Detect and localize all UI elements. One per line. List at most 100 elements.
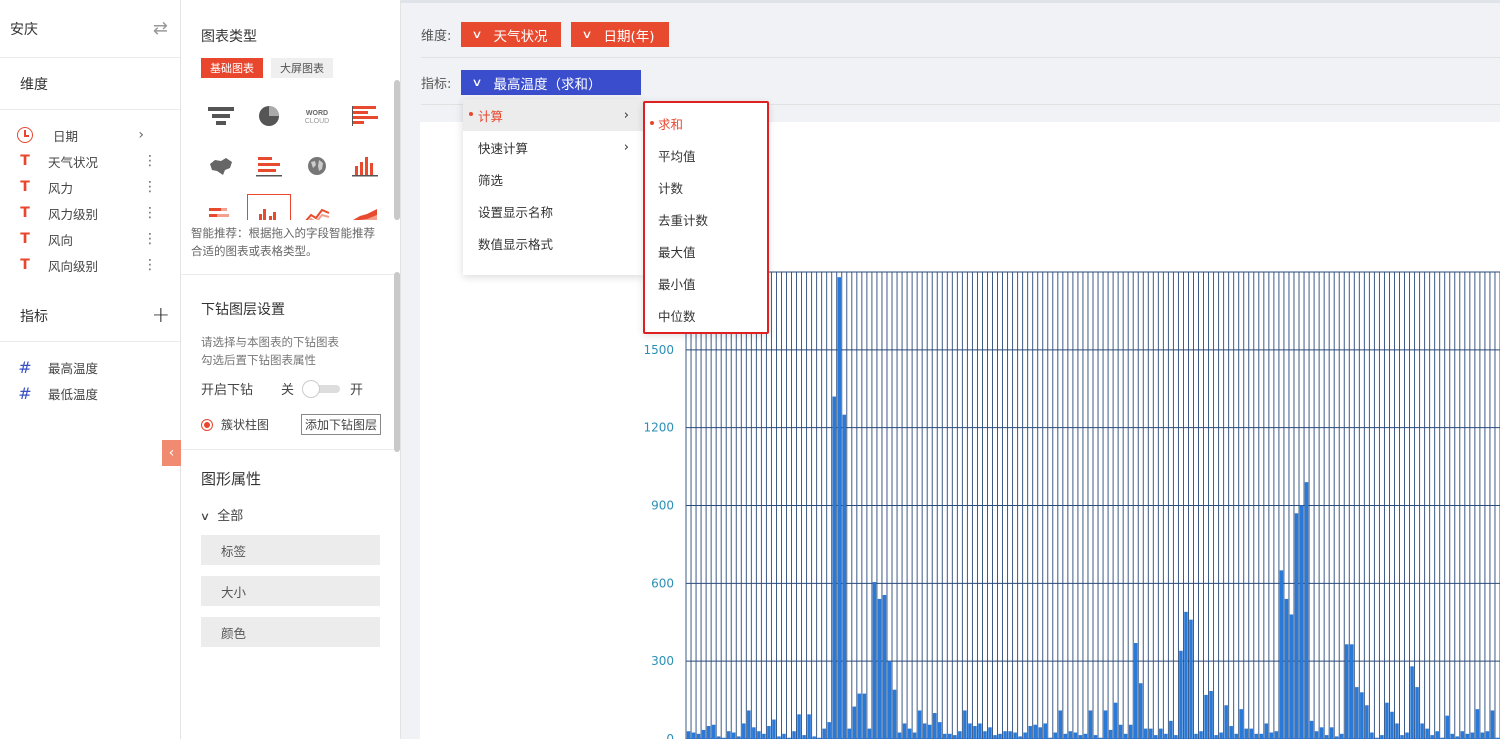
column-chart-icon[interactable]: [343, 144, 380, 188]
add-drill-layer-button[interactable]: 添加下钻图层: [300, 414, 381, 435]
bar[interactable]: [706, 726, 711, 739]
bar[interactable]: [1490, 710, 1495, 739]
bar[interactable]: [1350, 644, 1354, 739]
bar[interactable]: [772, 719, 776, 739]
bar[interactable]: [1234, 733, 1238, 739]
calc-option[interactable]: 最小值: [645, 267, 767, 299]
bar[interactable]: [1073, 732, 1078, 739]
dimension-field[interactable]: 日期 ›: [0, 122, 180, 148]
bar[interactable]: [847, 728, 852, 739]
chevron-right-icon[interactable]: ›: [138, 127, 144, 143]
bar[interactable]: [1445, 715, 1449, 739]
bar[interactable]: [907, 728, 912, 739]
bar[interactable]: [797, 714, 801, 739]
menu-item[interactable]: 筛选: [463, 163, 643, 195]
menu-item[interactable]: 快速计算 ›: [463, 131, 643, 163]
bar[interactable]: [1289, 614, 1294, 739]
clustered-column-chart-icon[interactable]: [247, 194, 291, 220]
bar[interactable]: [1118, 724, 1123, 739]
bar[interactable]: [1043, 723, 1048, 739]
more-options-icon[interactable]: ⋮: [143, 153, 157, 169]
prop-item[interactable]: 标签: [201, 535, 380, 565]
bar[interactable]: [1133, 643, 1138, 739]
menu-item[interactable]: 计算 ›: [463, 99, 643, 131]
bar[interactable]: [1244, 728, 1249, 739]
bar[interactable]: [1390, 711, 1394, 739]
bar[interactable]: [1189, 619, 1193, 739]
map-chart-icon[interactable]: [199, 144, 243, 188]
calc-option[interactable]: 平均值: [645, 139, 767, 171]
dimension-field[interactable]: T 风向 ⋮: [0, 226, 180, 252]
bar[interactable]: [1149, 728, 1153, 739]
dimension-pill-weather[interactable]: ∨ 天气状况: [461, 22, 562, 47]
bar[interactable]: [807, 714, 811, 739]
bar[interactable]: [887, 661, 892, 739]
bar[interactable]: [827, 722, 831, 739]
bar[interactable]: [1279, 570, 1284, 739]
bar[interactable]: [862, 693, 867, 739]
bar[interactable]: [988, 727, 992, 739]
dimension-pill-date-year[interactable]: ∨ 日期(年): [571, 22, 669, 47]
bar[interactable]: [1470, 732, 1475, 739]
bar[interactable]: [1028, 726, 1032, 739]
bar[interactable]: [1083, 733, 1088, 739]
bar[interactable]: [867, 728, 872, 739]
prop-item[interactable]: 颜色: [201, 617, 380, 647]
bar[interactable]: [877, 598, 882, 739]
stacked-bar-chart-icon[interactable]: [199, 194, 243, 220]
more-options-icon[interactable]: ⋮: [143, 257, 157, 273]
tab-basic-charts[interactable]: 基础图表: [201, 58, 263, 78]
bar[interactable]: [1138, 683, 1143, 739]
bar[interactable]: [1299, 505, 1304, 739]
bar[interactable]: [1159, 728, 1163, 739]
bar[interactable]: [917, 710, 922, 739]
word-cloud-icon[interactable]: WORD CLOUD: [295, 94, 339, 138]
bar[interactable]: [1214, 735, 1218, 739]
bar[interactable]: [1304, 482, 1309, 739]
bar[interactable]: [1224, 705, 1228, 739]
metric-field[interactable]: # 最高温度: [0, 354, 180, 380]
bar[interactable]: [1199, 731, 1203, 739]
bar[interactable]: [1088, 710, 1093, 739]
bar[interactable]: [1264, 723, 1269, 739]
bar[interactable]: [953, 735, 957, 739]
bar[interactable]: [696, 733, 701, 739]
bar[interactable]: [1254, 733, 1259, 739]
bar[interactable]: [1380, 735, 1384, 739]
bar[interactable]: [912, 732, 917, 739]
bar[interactable]: [726, 731, 731, 739]
bar[interactable]: [802, 735, 806, 739]
bar[interactable]: [993, 735, 997, 739]
bar[interactable]: [1008, 731, 1012, 739]
tab-bigscreen-charts[interactable]: 大屏图表: [271, 58, 333, 78]
bar[interactable]: [1169, 720, 1173, 739]
bar[interactable]: [782, 733, 786, 739]
drill-layer-radio[interactable]: [201, 418, 213, 431]
bar[interactable]: [1344, 644, 1349, 739]
bar[interactable]: [1078, 735, 1083, 739]
bar[interactable]: [948, 733, 952, 739]
bar[interactable]: [1284, 598, 1289, 739]
bar[interactable]: [1063, 733, 1068, 739]
bar[interactable]: [1194, 733, 1198, 739]
bar[interactable]: [1259, 733, 1264, 739]
calc-option[interactable]: 去重计数: [645, 203, 767, 235]
bar[interactable]: [1093, 735, 1098, 739]
prop-item[interactable]: 大小: [201, 576, 380, 606]
scrollbar[interactable]: [394, 272, 400, 452]
bar[interactable]: [1058, 710, 1063, 739]
bar[interactable]: [1249, 728, 1254, 739]
pie-chart-icon[interactable]: [247, 94, 291, 138]
bar[interactable]: [1465, 733, 1470, 739]
bar[interactable]: [902, 723, 907, 739]
bar[interactable]: [691, 732, 696, 739]
bar[interactable]: [1038, 727, 1042, 739]
bar[interactable]: [1314, 731, 1319, 739]
bar[interactable]: [1485, 731, 1490, 739]
bar[interactable]: [968, 723, 972, 739]
bar[interactable]: [1405, 732, 1409, 739]
bar[interactable]: [1184, 611, 1188, 739]
bar[interactable]: [1435, 731, 1439, 739]
bar[interactable]: [1229, 726, 1233, 739]
more-options-icon[interactable]: ⋮: [143, 179, 157, 195]
